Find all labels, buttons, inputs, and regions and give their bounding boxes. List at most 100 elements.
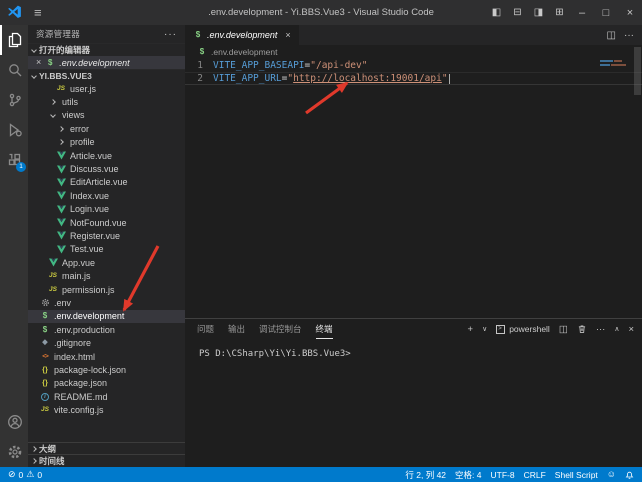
tree-item--env-production[interactable]: $.env.production [28,323,185,336]
markdown-icon: i [40,393,50,401]
status-problems[interactable]: ⊘ 0 ⚠ 0 [8,470,42,480]
terminal-prompt[interactable]: PS D:\CSharp\Yi\Yi.BBS.Vue3> [199,349,351,359]
tree-item-editarticle-vue[interactable]: EditArticle.vue [28,176,185,189]
status-cursor-position[interactable]: 行 2, 列 42 [405,469,446,481]
activity-settings[interactable] [0,437,28,467]
shell-icon: $ [197,48,207,56]
status-encoding[interactable]: UTF-8 [491,470,515,480]
chevron-down-icon[interactable]: ∨ [482,325,487,333]
more-actions-icon[interactable]: ··· [596,324,606,335]
minimap[interactable] [600,60,630,68]
tree-item-error[interactable]: error [28,122,185,135]
panel-tab-label: 调试控制台 [259,324,302,334]
maximize-panel-icon[interactable]: ∧ [614,325,619,333]
file-tree: JSuser.jsutilsviewserrorprofileArticle.v… [28,82,185,418]
tree-item-views[interactable]: views [28,109,185,122]
status-indentation[interactable]: 空格: 4 [455,469,481,481]
more-actions-icon[interactable]: ··· [624,30,634,41]
tree-item-package-lock-json[interactable]: {}package-lock.json [28,363,185,376]
terminal-profile-label: powershell [509,324,550,334]
section-timeline[interactable]: 时间线 [28,454,185,467]
tree-item--gitignore[interactable]: ◆.gitignore [28,336,185,349]
activity-extensions[interactable]: 1 [0,145,28,175]
status-language-mode[interactable]: Shell Script [555,470,598,480]
tree-item-login-vue[interactable]: Login.vue [28,203,185,216]
status-bar: ⊘ 0 ⚠ 0 行 2, 列 42 空格: 4 UTF-8 CRLF Shell… [0,467,642,482]
status-eol[interactable]: CRLF [524,470,546,480]
tree-item-article-vue[interactable]: Article.vue [28,149,185,162]
vue-icon [56,165,66,174]
breadcrumb-item[interactable]: .env.development [211,47,277,57]
activity-account[interactable] [0,407,28,437]
vue-icon [56,231,66,240]
tree-item-user-js[interactable]: JSuser.js [28,82,185,95]
vue-icon [56,245,66,254]
section-project-label: YI.BBS.VUE3 [39,71,92,81]
tree-item-register-vue[interactable]: Register.vue [28,229,185,242]
tree-item-notfound-vue[interactable]: NotFound.vue [28,216,185,229]
terminal-profile[interactable]: > powershell [496,324,550,334]
section-project[interactable]: YI.BBS.VUE3 [28,69,185,82]
vue-icon [56,191,66,200]
js-icon: JS [48,272,58,280]
toggle-secondary-sidebar-icon[interactable]: ◨ [528,0,549,25]
tree-item-utils[interactable]: utils [28,95,185,108]
maximize-button[interactable]: □ [594,0,618,25]
tree-item-label: package.json [54,378,107,388]
tree-item-index-html[interactable]: <>index.html [28,350,185,363]
token-link[interactable]: http://localhost:19001/api [293,73,442,84]
tree-item-discuss-vue[interactable]: Discuss.vue [28,162,185,175]
activity-run-debug[interactable] [0,115,28,145]
activity-search[interactable] [0,55,28,85]
menu-hamburger-icon[interactable]: ≡ [34,5,42,20]
code-line-1: 1 VITE_APP_BASEAPI="/api-dev" [185,59,642,72]
more-actions-icon[interactable]: ··· [164,29,177,40]
tree-item-package-json[interactable]: {}package.json [28,377,185,390]
tree-item-app-vue[interactable]: App.vue [28,256,185,269]
tree-item--env[interactable]: .env [28,296,185,309]
panel-tab-output[interactable]: 输出 [228,320,245,338]
split-terminal-icon[interactable]: ◫ [559,324,568,335]
tree-item-index-vue[interactable]: Index.vue [28,189,185,202]
close-button[interactable]: × [618,0,642,25]
gear-icon [40,298,50,307]
tree-item-permission-js[interactable]: JSpermission.js [28,283,185,296]
code-editor[interactable]: 1 VITE_APP_BASEAPI="/api-dev" 2 VITE_APP… [185,59,642,85]
close-icon[interactable]: × [285,30,290,40]
customize-layout-icon[interactable]: ⊞ [549,0,570,25]
tree-item-label: user.js [70,84,96,94]
tab-bar: $ .env.development × ◫ ··· [185,25,642,45]
tree-item-test-vue[interactable]: Test.vue [28,243,185,256]
section-open-editors[interactable]: 打开的编辑器 [28,43,185,56]
split-editor-icon[interactable]: ◫ [607,30,616,41]
activity-source-control[interactable] [0,85,28,115]
breadcrumb[interactable]: $ .env.development [185,45,642,59]
tree-item-label: .gitignore [54,338,91,348]
close-icon[interactable]: × [36,58,41,67]
panel-tab-debug-console[interactable]: 调试控制台 [259,320,302,338]
tree-item-main-js[interactable]: JSmain.js [28,269,185,282]
panel-tab-terminal[interactable]: 终端 [316,320,333,339]
tab-env-development[interactable]: $ .env.development × [185,25,299,45]
tree-item-label: Register.vue [70,231,120,241]
activity-explorer[interactable] [0,25,28,55]
tree-item-readme-md[interactable]: i README.md [28,390,185,403]
toggle-sidebar-icon[interactable]: ◧ [486,0,507,25]
close-panel-icon[interactable]: × [628,324,634,335]
tree-item-profile[interactable]: profile [28,136,185,149]
vertical-scrollbar[interactable] [634,47,641,95]
toggle-panel-icon[interactable]: ⊟ [507,0,528,25]
panel-tab-problems[interactable]: 问题 [197,320,214,338]
tree-item-label: README.md [54,392,108,402]
terminal-icon: > [496,325,505,334]
trash-icon[interactable] [577,324,587,334]
shell-icon: $ [45,59,55,67]
open-editor-item[interactable]: × $ .env.development [28,56,185,69]
panel-actions: + ∨ > powershell ◫ ··· ∧ × [468,319,635,339]
feedback-icon[interactable]: ☺ [607,470,616,479]
tree-item--env-development[interactable]: $.env.development [28,310,185,323]
new-terminal-icon[interactable]: + [468,324,474,335]
minimize-button[interactable]: – [570,0,594,25]
notifications-bell-icon[interactable] [625,470,634,480]
tree-item-vite-config-js[interactable]: JSvite.config.js [28,403,185,416]
